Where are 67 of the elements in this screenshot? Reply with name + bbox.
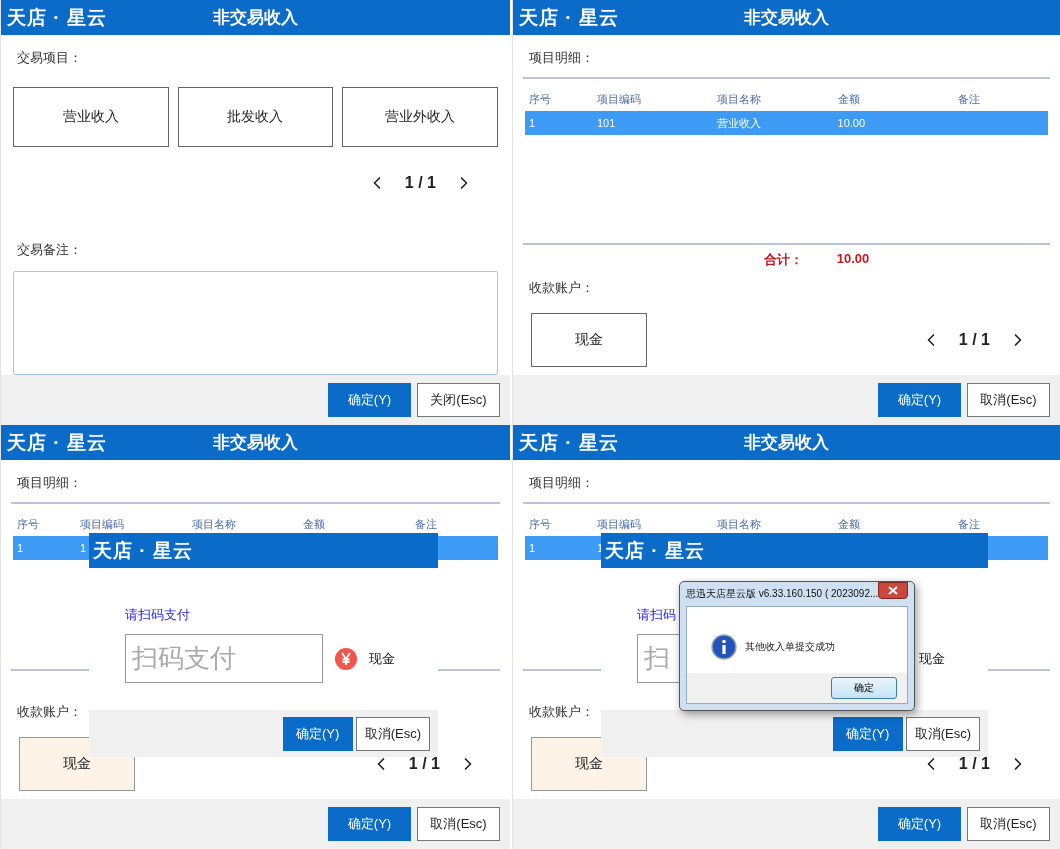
column-header: 项目编码 xyxy=(79,516,126,532)
window-title: 非交易收入 xyxy=(744,7,829,29)
column-header: 金额 xyxy=(836,516,861,532)
brand-logo: 天店 · 星云 xyxy=(7,5,108,30)
page-indicator: 1 / 1 xyxy=(958,331,990,349)
confirm-button[interactable]: 确定(Y) xyxy=(878,807,961,841)
cancel-button[interactable]: 取消(Esc) xyxy=(905,716,980,751)
column-header: 项目名称 xyxy=(190,516,237,532)
confirm-button[interactable]: 确定(Y) xyxy=(832,716,903,751)
income-item-button[interactable]: 批发收入 xyxy=(177,87,334,147)
brand-logo: 天店 · 星云 xyxy=(519,430,620,455)
brand-logo: 天店 · 星云 xyxy=(93,538,193,563)
brand-logo: 天店 · 星云 xyxy=(605,538,705,563)
cancel-button[interactable]: 关闭(Esc) xyxy=(417,383,500,417)
close-button[interactable] xyxy=(878,582,908,599)
cancel-button[interactable]: 取消(Esc) xyxy=(967,383,1050,417)
cancel-button[interactable]: 取消(Esc) xyxy=(417,807,500,841)
confirm-button[interactable]: 确定(Y) xyxy=(328,383,411,417)
window-title: 非交易收入 xyxy=(744,432,829,454)
section-label: 项目明细： xyxy=(16,474,83,492)
column-header: 备注 xyxy=(413,516,438,532)
section-label: 收款账户： xyxy=(528,279,595,297)
page-indicator: 1 / 1 xyxy=(404,173,436,192)
brand-logo: 天店 · 星云 xyxy=(7,430,108,455)
page-indicator: 1 / 1 xyxy=(958,755,990,773)
column-header: 备注 xyxy=(956,516,981,532)
column-header: 项目名称 xyxy=(716,91,763,107)
column-header: 项目编码 xyxy=(596,91,642,107)
confirm-button[interactable]: 确定(Y) xyxy=(328,807,411,841)
close-icon xyxy=(888,586,899,595)
payment-method: 现金 xyxy=(919,649,945,668)
brand-logo: 天店 · 星云 xyxy=(519,5,620,30)
window-title: 非交易收入 xyxy=(213,432,298,454)
section-label: 收款账户： xyxy=(16,703,83,721)
dialog-title: 思迅天店星云版 v6.33.160.150 ( 2023092... xyxy=(686,587,879,601)
column-header: 项目编码 xyxy=(596,516,642,532)
cancel-button[interactable]: 取消(Esc) xyxy=(967,807,1050,841)
income-item-button[interactable]: 营业收入 xyxy=(13,87,169,147)
info-icon xyxy=(711,634,737,660)
column-header: 项目名称 xyxy=(716,516,763,532)
account-button[interactable]: 现金 xyxy=(531,313,647,367)
section-label: 收款账户： xyxy=(528,703,595,721)
payment-method: 现金 xyxy=(369,649,395,668)
column-header: 金额 xyxy=(302,516,327,532)
section-label: 交易备注： xyxy=(16,240,83,259)
column-header: 备注 xyxy=(956,91,981,107)
cancel-button[interactable]: 取消(Esc) xyxy=(355,716,430,751)
column-header: 序号 xyxy=(528,516,552,532)
scan-prompt: 请扫码支付 xyxy=(125,606,191,624)
section-label: 交易项目： xyxy=(16,49,83,67)
ok-button[interactable]: 确定 xyxy=(831,677,897,699)
total-label: 合计： xyxy=(763,251,803,269)
income-item-button[interactable]: 营业外收入 xyxy=(342,87,498,147)
scan-field[interactable]: 扫码支付 xyxy=(125,634,323,683)
page-indicator: 1 / 1 xyxy=(408,755,440,773)
remark-field[interactable] xyxy=(13,270,498,375)
total-value: 10.00 xyxy=(836,251,870,268)
column-header: 序号 xyxy=(16,516,40,532)
scan-prompt: 请扫码 xyxy=(637,606,677,624)
section-label: 项目明细： xyxy=(528,49,595,67)
column-header: 序号 xyxy=(528,91,552,107)
confirm-button[interactable]: 确定(Y) xyxy=(878,383,961,417)
dialog-message: 其他收入单提交成功 xyxy=(745,640,835,654)
section-label: 项目明细： xyxy=(528,474,595,492)
window-title: 非交易收入 xyxy=(213,7,298,29)
column-header: 金额 xyxy=(836,91,861,107)
confirm-button[interactable]: 确定(Y) xyxy=(282,716,353,751)
